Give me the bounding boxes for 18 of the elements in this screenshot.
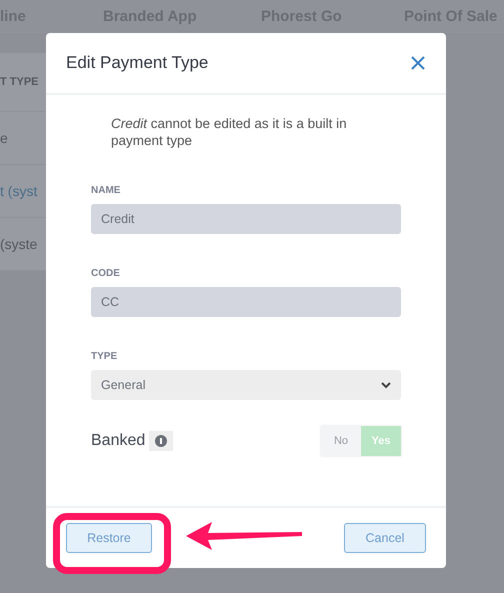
chevron-down-icon (381, 382, 391, 388)
banked-label: Banked (91, 432, 146, 450)
field-label: CODE (91, 268, 121, 279)
restore-button[interactable]: Restore (66, 523, 152, 553)
cancel-button[interactable]: Cancel (344, 523, 426, 553)
notice-text: Credit cannot be edited as it is a built in payment type (111, 115, 348, 149)
toggle-option[interactable]: No (321, 426, 361, 456)
section-heading: T TYPE (0, 76, 39, 88)
list-item[interactable]: e (0, 130, 8, 146)
toggle-option[interactable]: Yes (361, 426, 401, 456)
info-icon[interactable] (149, 431, 174, 451)
close-icon[interactable] (410, 55, 426, 71)
dialog-title: Edit Payment Type (66, 53, 208, 73)
field-label: NAME (91, 185, 122, 196)
type-dropdown[interactable]: General (91, 370, 401, 400)
field-label: TYPE (91, 351, 118, 362)
list-item[interactable]: t (syst (0, 183, 38, 199)
list-item[interactable]: (syste (0, 236, 38, 252)
